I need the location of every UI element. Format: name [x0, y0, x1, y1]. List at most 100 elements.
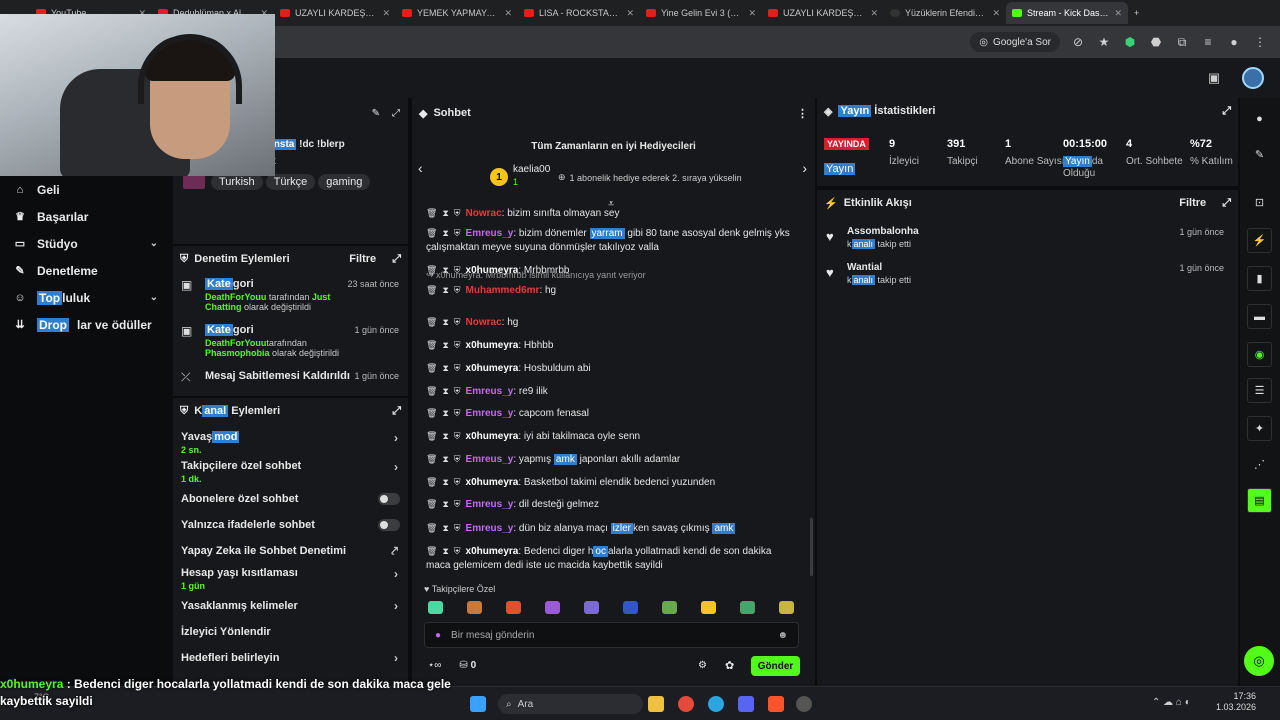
chat-username[interactable]: Nowrac: [466, 317, 502, 328]
delete-icon[interactable]: 🗑︎: [426, 386, 437, 396]
emote-7[interactable]: [701, 601, 716, 614]
delete-icon[interactable]: 🗑︎: [426, 408, 437, 418]
tray-icons[interactable]: ⌃ ☁ ⌂ ◐: [1152, 697, 1191, 708]
chat-username[interactable]: Emreus_y: [466, 454, 514, 465]
ban-icon[interactable]: ⛨: [454, 546, 461, 556]
ban-icon[interactable]: ⛨: [454, 363, 461, 373]
timeout-icon[interactable]: ⧗: [442, 317, 448, 327]
close-tab-icon[interactable]: ✕: [992, 8, 1000, 19]
delete-icon[interactable]: 🗑︎: [426, 285, 437, 295]
settings-gear-icon[interactable]: ⚙: [698, 660, 707, 671]
focus-icon[interactable]: ⊡: [1247, 190, 1272, 215]
chat-input[interactable]: ● Bir mesaj gönderin ☻: [424, 622, 799, 648]
wrench-tool-icon[interactable]: ✦: [1247, 416, 1272, 441]
timeout-icon[interactable]: ⧗: [442, 363, 448, 373]
channel-setting[interactable]: Takipçilere özel sohbet 1 dk. ›: [173, 457, 408, 486]
chat-username[interactable]: Emreus_y: [466, 228, 514, 239]
ban-icon[interactable]: ⛨: [454, 228, 461, 238]
delete-icon[interactable]: 🗑︎: [426, 340, 437, 350]
channel-setting[interactable]: Abonelere özel sohbet: [173, 486, 408, 512]
popout-icon[interactable]: ⤢: [392, 405, 401, 418]
close-tab-icon[interactable]: ✕: [748, 8, 756, 19]
broadcast-icon[interactable]: ◉: [1247, 342, 1272, 367]
edit-icon[interactable]: ✎: [372, 108, 380, 119]
tab-5[interactable]: Yine Gelin Evi 3 (214 ✕: [640, 2, 762, 24]
send-button[interactable]: Gönder: [751, 656, 800, 676]
close-tab-icon[interactable]: ✕: [1114, 8, 1122, 19]
next-arrow-icon[interactable]: ›: [802, 160, 807, 176]
sidebar-item-4[interactable]: ☺ Top luluk ⌄: [0, 284, 172, 311]
popout-icon[interactable]: ⤢: [392, 108, 400, 119]
sidebar-item-2[interactable]: ▭ Stüdyo ⌄: [0, 230, 172, 257]
emote-0[interactable]: [428, 601, 443, 614]
close-tab-icon[interactable]: ✕: [626, 8, 634, 19]
discord-icon[interactable]: [738, 696, 754, 712]
channel-setting[interactable]: Yavaş mod 2 sn. ›: [173, 428, 408, 457]
timeout-icon[interactable]: ⧗: [442, 477, 448, 487]
ban-icon[interactable]: ⛨: [454, 477, 461, 487]
delete-icon[interactable]: 🗑︎: [426, 454, 437, 464]
pencil-icon[interactable]: ✎: [1247, 142, 1272, 167]
ban-icon[interactable]: ⛨: [454, 317, 461, 327]
emote-1[interactable]: [467, 601, 482, 614]
chat-username[interactable]: Emreus_y: [466, 386, 514, 397]
channel-setting[interactable]: Yalnızca ifadelerle sohbet: [173, 512, 408, 538]
tab-2[interactable]: UZAYLI KARDEŞLERİ ✕: [274, 2, 396, 24]
delete-icon[interactable]: 🗑︎: [426, 363, 437, 373]
timeout-icon[interactable]: ⧗: [442, 208, 448, 218]
emote-3[interactable]: [545, 601, 560, 614]
chat-username[interactable]: x0humeyra: [466, 340, 519, 351]
sidebar-item-5[interactable]: ⇊ Drop lar ve ödüller: [0, 311, 172, 338]
channel-setting[interactable]: Yasaklanmış kelimeler ›: [173, 593, 408, 619]
chat-username[interactable]: Emreus_y: [466, 499, 514, 510]
new-tab-button[interactable]: +: [1128, 2, 1150, 24]
layout-icon[interactable]: ☰: [1247, 378, 1272, 403]
tab-7[interactable]: Yüzüklerin Efendisi Y ✕: [884, 2, 1006, 24]
folder-icon[interactable]: [648, 696, 664, 712]
timeout-icon[interactable]: ⧗: [442, 340, 448, 350]
timeout-icon[interactable]: ⧗: [442, 523, 448, 533]
emote-5[interactable]: [623, 601, 638, 614]
chat-scrollbar[interactable]: [810, 518, 813, 576]
timeout-icon[interactable]: ⧗: [442, 499, 448, 509]
user-avatar[interactable]: [1242, 67, 1264, 89]
ban-icon[interactable]: ⛨: [454, 408, 461, 418]
obs-icon[interactable]: [796, 696, 812, 712]
timeout-icon[interactable]: ⧗: [442, 285, 448, 295]
brave-icon[interactable]: [768, 696, 784, 712]
ban-icon[interactable]: ⛨: [454, 285, 461, 295]
delete-icon[interactable]: 🗑︎: [426, 523, 437, 533]
tab-search-icon[interactable]: ≡: [1200, 35, 1216, 49]
sidebar-item-1[interactable]: ♛ Başarılar: [0, 203, 172, 230]
points-counter[interactable]: ⛁ 0: [459, 660, 476, 671]
timeout-icon[interactable]: ⧗: [442, 454, 448, 464]
timeout-icon[interactable]: ⧗: [442, 386, 448, 396]
popout-icon[interactable]: ⤢: [1222, 105, 1231, 118]
filter-button[interactable]: Filtre: [1179, 197, 1206, 209]
tab-3[interactable]: YEMEK YAPMAYA GE ✕: [396, 2, 518, 24]
clock[interactable]: 17:36 1.03.2026: [1216, 691, 1256, 713]
close-tab-icon[interactable]: ✕: [382, 8, 390, 19]
ban-icon[interactable]: ⛨: [454, 454, 461, 464]
toggle-switch[interactable]: [378, 519, 400, 531]
sidebar-item-3[interactable]: ✎ Denetleme: [0, 257, 172, 284]
star-icon[interactable]: ★: [1096, 35, 1112, 49]
delete-icon[interactable]: 🗑︎: [426, 431, 437, 441]
emote-8[interactable]: [740, 601, 755, 614]
ban-icon[interactable]: ⛨: [454, 386, 461, 396]
emote-9[interactable]: [779, 601, 794, 614]
puzzle-icon[interactable]: ⧉: [1174, 35, 1190, 50]
popout-icon[interactable]: ⤢: [1222, 197, 1231, 210]
ban-icon[interactable]: ⛨: [454, 431, 461, 441]
delete-icon[interactable]: 🗑︎: [426, 208, 437, 218]
emote-2[interactable]: [506, 601, 521, 614]
emote-4[interactable]: [584, 601, 599, 614]
clip-icon[interactable]: ▤: [1247, 488, 1272, 513]
chat-username[interactable]: Muhammed6mr: [466, 285, 540, 296]
chat-username[interactable]: Nowrac: [466, 208, 502, 219]
channel-setting[interactable]: Yapay Zeka ile Sohbet Denetimi ⤤: [173, 538, 408, 564]
channel-setting[interactable]: İzleyici Yönlendir: [173, 619, 408, 645]
delete-icon[interactable]: 🗑︎: [426, 546, 437, 556]
tab-6[interactable]: UZAYLI KARDEŞLERİ ✕: [762, 2, 884, 24]
delete-icon[interactable]: 🗑︎: [426, 317, 437, 327]
